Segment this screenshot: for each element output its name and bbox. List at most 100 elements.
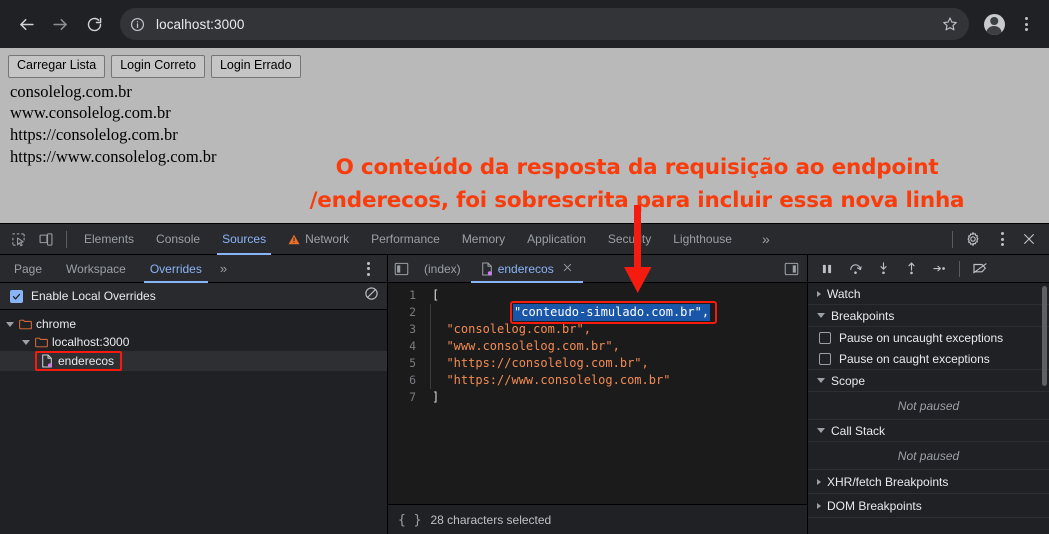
url-text[interactable]: localhost:3000 xyxy=(150,17,937,32)
arrow-left-icon xyxy=(19,18,34,30)
tab-performance[interactable]: Performance xyxy=(360,224,451,255)
folder-icon xyxy=(19,319,32,329)
section-scope[interactable]: Scope xyxy=(808,370,1049,392)
forward-button[interactable] xyxy=(44,8,76,40)
chevron-down-icon[interactable] xyxy=(22,339,30,345)
profile-button[interactable] xyxy=(979,9,1009,39)
kebab-menu-icon xyxy=(366,261,370,265)
pause-script-icon xyxy=(822,264,832,273)
section-watch[interactable]: Watch xyxy=(808,283,1049,305)
deactivate-breakpoints-icon xyxy=(973,263,987,274)
chevron-down-icon[interactable] xyxy=(6,321,14,327)
browser-menu-button[interactable] xyxy=(1013,9,1039,39)
tab-application[interactable]: Application xyxy=(516,224,597,255)
indent-guide xyxy=(430,304,431,389)
step-over-button[interactable] xyxy=(842,257,868,281)
more-tabs-button[interactable]: » xyxy=(743,224,788,255)
tab-lighthouse[interactable]: Lighthouse xyxy=(662,224,743,255)
debugger-sections: Watch Breakpoints Pause on uncaught exce… xyxy=(808,283,1049,534)
tab-network[interactable]: Network xyxy=(277,224,360,255)
tab-console[interactable]: Console xyxy=(145,224,211,255)
tree-file-enderecos[interactable]: enderecos xyxy=(0,351,387,371)
nav-tab-workspace[interactable]: Workspace xyxy=(54,255,138,283)
line-number: 1 xyxy=(409,288,416,302)
chevron-right-icon xyxy=(817,290,821,297)
editor-tab-index[interactable]: (index) xyxy=(414,255,471,283)
tab-memory[interactable]: Memory xyxy=(451,224,516,255)
reload-button[interactable] xyxy=(78,8,110,40)
code-content[interactable]: [ "consolelog.com.br", "www.consolelog.c… xyxy=(424,283,807,504)
list-item: consolelog.com.br xyxy=(10,81,132,101)
address-bar[interactable]: localhost:3000 xyxy=(120,8,969,40)
nav-tab-page[interactable]: Page xyxy=(2,255,54,283)
info-circle-icon xyxy=(130,17,144,31)
show-debugger-button[interactable] xyxy=(779,256,807,282)
selected-code-text: "conteudo-simulado.com.br", xyxy=(513,304,711,321)
section-label: Watch xyxy=(827,286,861,301)
editor-tab-enderecos[interactable]: enderecos xyxy=(470,255,583,283)
tree-label: enderecos xyxy=(58,354,115,368)
enable-overrides-label: Enable Local Overrides xyxy=(31,289,156,303)
navigator-pane: Page Workspace Overrides » Enable Local … xyxy=(0,255,388,534)
navigator-menu-button[interactable] xyxy=(355,254,381,284)
debugger-toolbar xyxy=(808,255,1049,283)
tree-folder-chrome[interactable]: chrome xyxy=(0,315,387,333)
login-correto-button[interactable]: Login Correto xyxy=(111,55,205,78)
editor-tab-strip: (index) enderecos xyxy=(388,255,807,283)
device-toolbar-button[interactable] xyxy=(32,226,60,252)
enable-local-overrides-row[interactable]: Enable Local Overrides xyxy=(0,283,387,310)
tab-sources[interactable]: Sources xyxy=(211,224,277,255)
pause-uncaught-checkbox[interactable] xyxy=(819,331,831,344)
chevron-right-icon xyxy=(817,478,821,485)
chevron-down-icon xyxy=(817,428,825,433)
clear-overrides-button[interactable] xyxy=(364,286,379,306)
carregar-lista-button[interactable]: Carregar Lista xyxy=(8,55,106,78)
pause-caught-checkbox[interactable] xyxy=(819,352,831,365)
code-line: "https://consolelog.com.br", xyxy=(432,356,649,370)
line-number: 5 xyxy=(409,356,416,370)
section-breakpoints[interactable]: Breakpoints xyxy=(808,305,1049,327)
call-stack-empty-text: Not paused xyxy=(808,442,1049,470)
checkmark-icon xyxy=(12,293,21,300)
close-icon xyxy=(563,263,571,272)
scope-empty-text: Not paused xyxy=(808,392,1049,420)
profile-avatar-icon xyxy=(983,13,1005,35)
settings-button[interactable] xyxy=(959,226,987,252)
code-line: "www.consolelog.com.br", xyxy=(432,339,620,353)
pause-caught-exceptions-row[interactable]: Pause on caught exceptions xyxy=(808,348,1049,369)
step-into-button[interactable] xyxy=(870,257,896,281)
devtools-menu-button[interactable] xyxy=(989,224,1015,254)
pause-script-button[interactable] xyxy=(814,257,840,281)
file-icon xyxy=(42,354,52,368)
debugger-scrollbar[interactable] xyxy=(1042,286,1047,386)
status-text: 28 characters selected xyxy=(430,513,552,527)
section-xhr-breakpoints[interactable]: XHR/fetch Breakpoints xyxy=(808,470,1049,494)
nav-tab-overrides[interactable]: Overrides xyxy=(138,255,214,283)
close-devtools-button[interactable] xyxy=(1015,226,1043,252)
tab-elements[interactable]: Elements xyxy=(73,224,145,255)
inspect-element-button[interactable] xyxy=(4,226,32,252)
section-call-stack[interactable]: Call Stack xyxy=(808,420,1049,442)
step-out-button[interactable] xyxy=(898,257,924,281)
line-number: 7 xyxy=(409,390,416,404)
step-button[interactable] xyxy=(926,257,952,281)
bookmark-button[interactable] xyxy=(937,11,963,37)
folder-icon xyxy=(35,337,48,347)
tree-folder-localhost[interactable]: localhost:3000 xyxy=(0,333,387,351)
pretty-print-braces-icon[interactable]: { } xyxy=(398,513,421,528)
deactivate-breakpoints-button[interactable] xyxy=(967,257,993,281)
back-button[interactable] xyxy=(10,8,42,40)
pause-uncaught-exceptions-row[interactable]: Pause on uncaught exceptions xyxy=(808,327,1049,348)
enable-overrides-checkbox[interactable] xyxy=(10,289,23,303)
code-editor[interactable]: 1 2 3 4 5 6 7 [ "consolelog.com.br", "ww… xyxy=(388,283,807,504)
show-navigator-button[interactable] xyxy=(388,256,414,282)
code-line: "consolelog.com.br", xyxy=(432,322,591,336)
section-dom-breakpoints[interactable]: DOM Breakpoints xyxy=(808,494,1049,518)
line-number: 4 xyxy=(409,339,416,353)
site-info-button[interactable] xyxy=(124,11,150,37)
close-tab-button[interactable] xyxy=(562,261,573,276)
login-errado-button[interactable]: Login Errado xyxy=(210,55,301,78)
editor-pane: (index) enderecos 1 2 3 4 5 6 7 ["conso… xyxy=(388,255,808,534)
inspect-element-icon xyxy=(11,232,25,246)
nav-more-tabs-button[interactable]: » xyxy=(214,261,232,276)
